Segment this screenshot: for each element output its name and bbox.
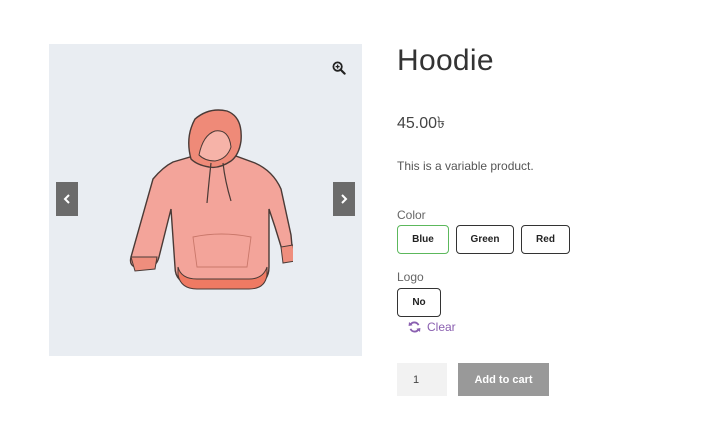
clear-selection-link[interactable]: Clear [408,320,456,334]
clear-label: Clear [427,320,456,334]
hoodie-image [129,109,293,290]
product-price: 45.00৳ [397,115,446,132]
gallery-next-button[interactable] [333,182,355,216]
logo-label: Logo [397,270,424,284]
swatch-no[interactable]: No [397,288,441,317]
add-to-cart-button[interactable]: Add to cart [458,363,549,396]
refresh-icon [408,321,421,333]
product-description: This is a variable product. [397,159,534,173]
product-gallery [49,44,362,356]
chevron-left-icon [63,194,70,204]
swatch-blue[interactable]: Blue [397,225,449,254]
product-title: Hoodie [397,44,494,77]
quantity-input[interactable] [397,363,447,396]
zoom-in-icon[interactable] [332,61,346,75]
swatch-red[interactable]: Red [521,225,570,254]
gallery-prev-button[interactable] [56,182,78,216]
logo-swatches: No [397,288,441,317]
swatch-green[interactable]: Green [456,225,514,254]
color-label: Color [397,208,426,222]
color-swatches: Blue Green Red [397,225,570,254]
chevron-right-icon [341,194,348,204]
